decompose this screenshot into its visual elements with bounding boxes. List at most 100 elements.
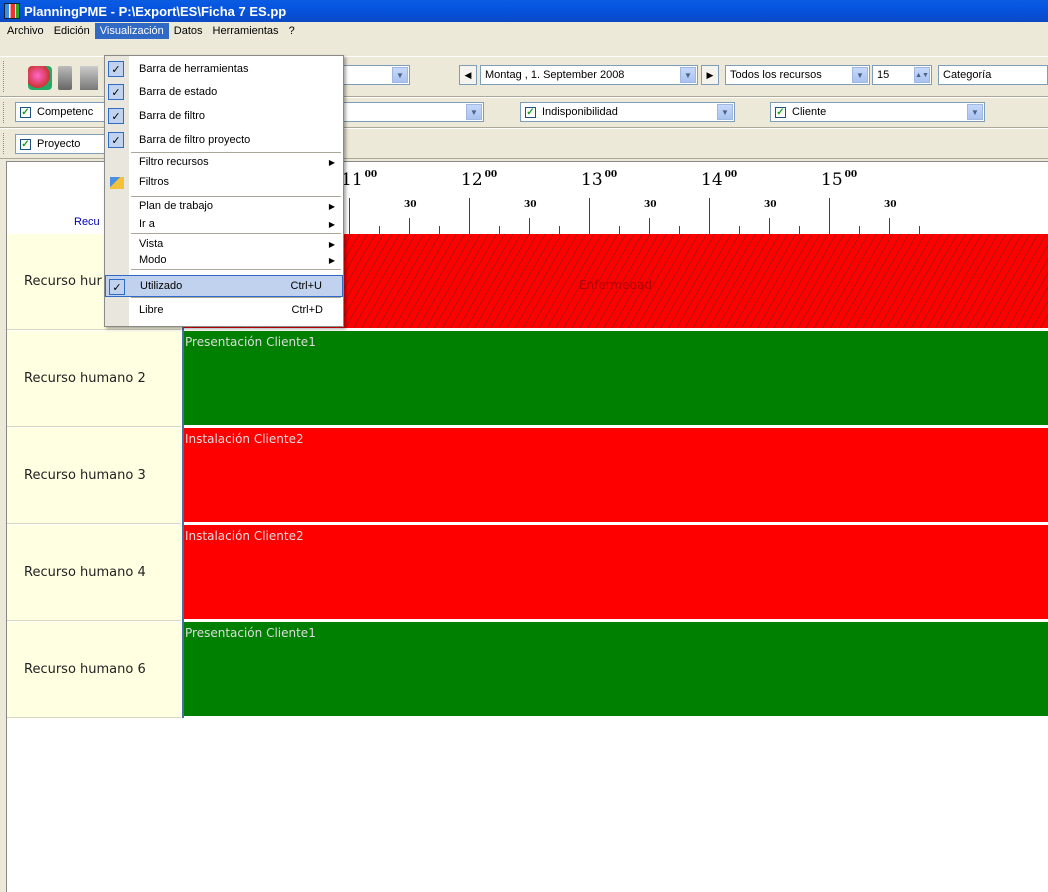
menu-archivo[interactable]: Archivo	[2, 23, 49, 39]
quarter-tick	[499, 226, 500, 234]
tool-icon[interactable]	[58, 66, 72, 90]
check-icon: ✓	[108, 84, 124, 100]
resource-row: Recurso humano 4 Instalación Cliente2	[7, 525, 1048, 621]
hour-tick	[589, 198, 590, 234]
submenu-arrow-icon: ▶	[328, 201, 335, 211]
checkbox-icon: ✓	[20, 138, 31, 150]
menu-item-label: Barra de estado	[139, 86, 218, 98]
chevron-down-icon: ▼	[717, 104, 733, 120]
view-combo[interactable]: ▼	[342, 65, 410, 85]
resource-name[interactable]: Recurso humano 2	[7, 331, 181, 427]
menu-item-filtros[interactable]: Filtros	[105, 173, 343, 191]
prev-date-button[interactable]: ◀	[459, 65, 477, 85]
resource-row: Recurso humano 3 Instalación Cliente2	[7, 428, 1048, 524]
quarter-tick	[859, 226, 860, 234]
menu-item-utilizado[interactable]: ✓ Utilizado Ctrl+U	[105, 275, 343, 297]
menu-item-label: Plan de trabajo	[139, 200, 213, 212]
project-label: Proyecto	[37, 138, 81, 150]
menu-item-modo[interactable]: Modo ▶	[105, 251, 343, 269]
menu-item-barra-de-filtro-proyecto[interactable]: ✓ Barra de filtro proyecto	[105, 129, 343, 151]
hour-label: 14 00	[701, 170, 738, 190]
quarter-tick	[559, 226, 560, 234]
resource-name[interactable]: Recurso humano 6	[7, 622, 181, 718]
resources-icon[interactable]	[28, 66, 52, 90]
resources-value: Todos los recursos	[730, 69, 822, 81]
next-date-button[interactable]: ▶	[701, 65, 719, 85]
competence-label: Competenc	[37, 106, 94, 118]
quarter-tick	[379, 226, 380, 234]
check-icon: ✓	[109, 279, 125, 295]
menu-herramientas[interactable]: Herramientas	[208, 23, 284, 39]
task-bar[interactable]: Instalación Cliente2	[183, 525, 1048, 619]
menu-datos[interactable]: Datos	[169, 23, 208, 39]
menu-visualizacion[interactable]: Visualización	[94, 23, 169, 39]
competence-combo[interactable]: ▼	[342, 102, 484, 122]
half-hour-tick	[769, 218, 770, 234]
menu-item-filtro-recursos[interactable]: Filtro recursos ▶	[105, 153, 343, 171]
unavailability-filter[interactable]: ✓ Indisponibilidad ▼	[520, 102, 735, 122]
menu-edicion[interactable]: Edición	[49, 23, 95, 39]
menu-bar: Archivo Edición Visualización Datos Herr…	[0, 22, 1048, 40]
menu-help[interactable]: ?	[284, 23, 300, 39]
menu-item-ir-a[interactable]: Ir a ▶	[105, 215, 343, 233]
quarter-tick	[739, 226, 740, 234]
toolbar-grip[interactable]	[3, 102, 6, 123]
task-bar[interactable]: Presentación Cliente1	[183, 622, 1048, 716]
task-bar[interactable]: Presentación Cliente1	[183, 331, 1048, 425]
date-field[interactable]: Montag , 1. September 2008 ▼	[480, 65, 698, 85]
resources-combo[interactable]: Todos los recursos ▼	[725, 65, 870, 85]
menu-item-barra-de-filtro[interactable]: ✓ Barra de filtro	[105, 105, 343, 127]
resource-header-label: Recu	[74, 216, 100, 228]
hour-label: 15 00	[821, 170, 858, 190]
half-hour-label: 30	[644, 200, 657, 210]
resource-name[interactable]: Recurso humano 4	[7, 525, 181, 621]
half-hour-label: 30	[404, 200, 417, 210]
menu-item-barra-de-herramientas[interactable]: ✓ Barra de herramientas	[105, 58, 343, 80]
unavailability-label: Indisponibilidad	[542, 106, 618, 118]
toolbar-grip[interactable]	[3, 61, 6, 92]
half-hour-tick	[649, 218, 650, 234]
quarter-tick	[439, 226, 440, 234]
menu-item-label: Vista	[139, 238, 164, 250]
client-filter[interactable]: ✓ Cliente ▼	[770, 102, 985, 122]
visualizacion-menu: ✓ Barra de herramientas ✓ Barra de estado ✓ B…	[104, 55, 344, 327]
resource-name[interactable]: Recurso humano 3	[7, 428, 181, 524]
menu-separator	[131, 233, 341, 234]
half-hour-label: 30	[764, 200, 777, 210]
half-hour-tick	[409, 218, 410, 234]
category-combo[interactable]: Categoría	[938, 65, 1048, 85]
menu-item-libre[interactable]: Libre Ctrl+D	[105, 299, 343, 321]
menu-item-barra-de-estado[interactable]: ✓ Barra de estado	[105, 81, 343, 103]
tool2-icon[interactable]	[80, 66, 98, 90]
hour-label: 12 00	[461, 170, 498, 190]
menu-separator	[131, 269, 341, 270]
competence-filter[interactable]: ✓ Competenc	[15, 102, 110, 122]
spinner-arrows-icon: ▲▼	[914, 67, 930, 83]
task-bar[interactable]: Instalación Cliente2	[183, 428, 1048, 522]
app-icon	[4, 3, 20, 19]
menu-item-shortcut: Ctrl+U	[290, 280, 322, 292]
toolbar-grip[interactable]	[3, 133, 6, 154]
quarter-tick	[679, 226, 680, 234]
check-icon: ✓	[108, 61, 124, 77]
task-label: Instalación Cliente2	[185, 529, 304, 543]
title-bar: PlanningPME - P:\Export\ES\Ficha 7 ES.pp	[0, 0, 1048, 22]
submenu-arrow-icon: ▶	[328, 255, 335, 265]
checkbox-icon: ✓	[525, 106, 536, 118]
submenu-arrow-icon: ▶	[328, 157, 335, 167]
interval-spinner[interactable]: 15 ▲▼	[872, 65, 932, 85]
hour-tick	[469, 198, 470, 234]
task-label: Instalación Cliente2	[185, 432, 304, 446]
checkbox-icon: ✓	[775, 106, 786, 118]
chevron-down-icon: ▼	[852, 67, 868, 83]
chevron-down-icon: ▼	[680, 67, 696, 83]
half-hour-tick	[529, 218, 530, 234]
half-hour-label: 30	[884, 200, 897, 210]
chevron-down-icon: ▼	[466, 104, 482, 120]
project-filter[interactable]: ✓ Proyecto	[15, 134, 109, 154]
filter-icon	[110, 177, 124, 189]
submenu-arrow-icon: ▶	[328, 239, 335, 249]
menu-separator	[131, 196, 341, 197]
menu-item-plan-de-trabajo[interactable]: Plan de trabajo ▶	[105, 197, 343, 215]
chevron-down-icon: ▼	[392, 67, 408, 83]
